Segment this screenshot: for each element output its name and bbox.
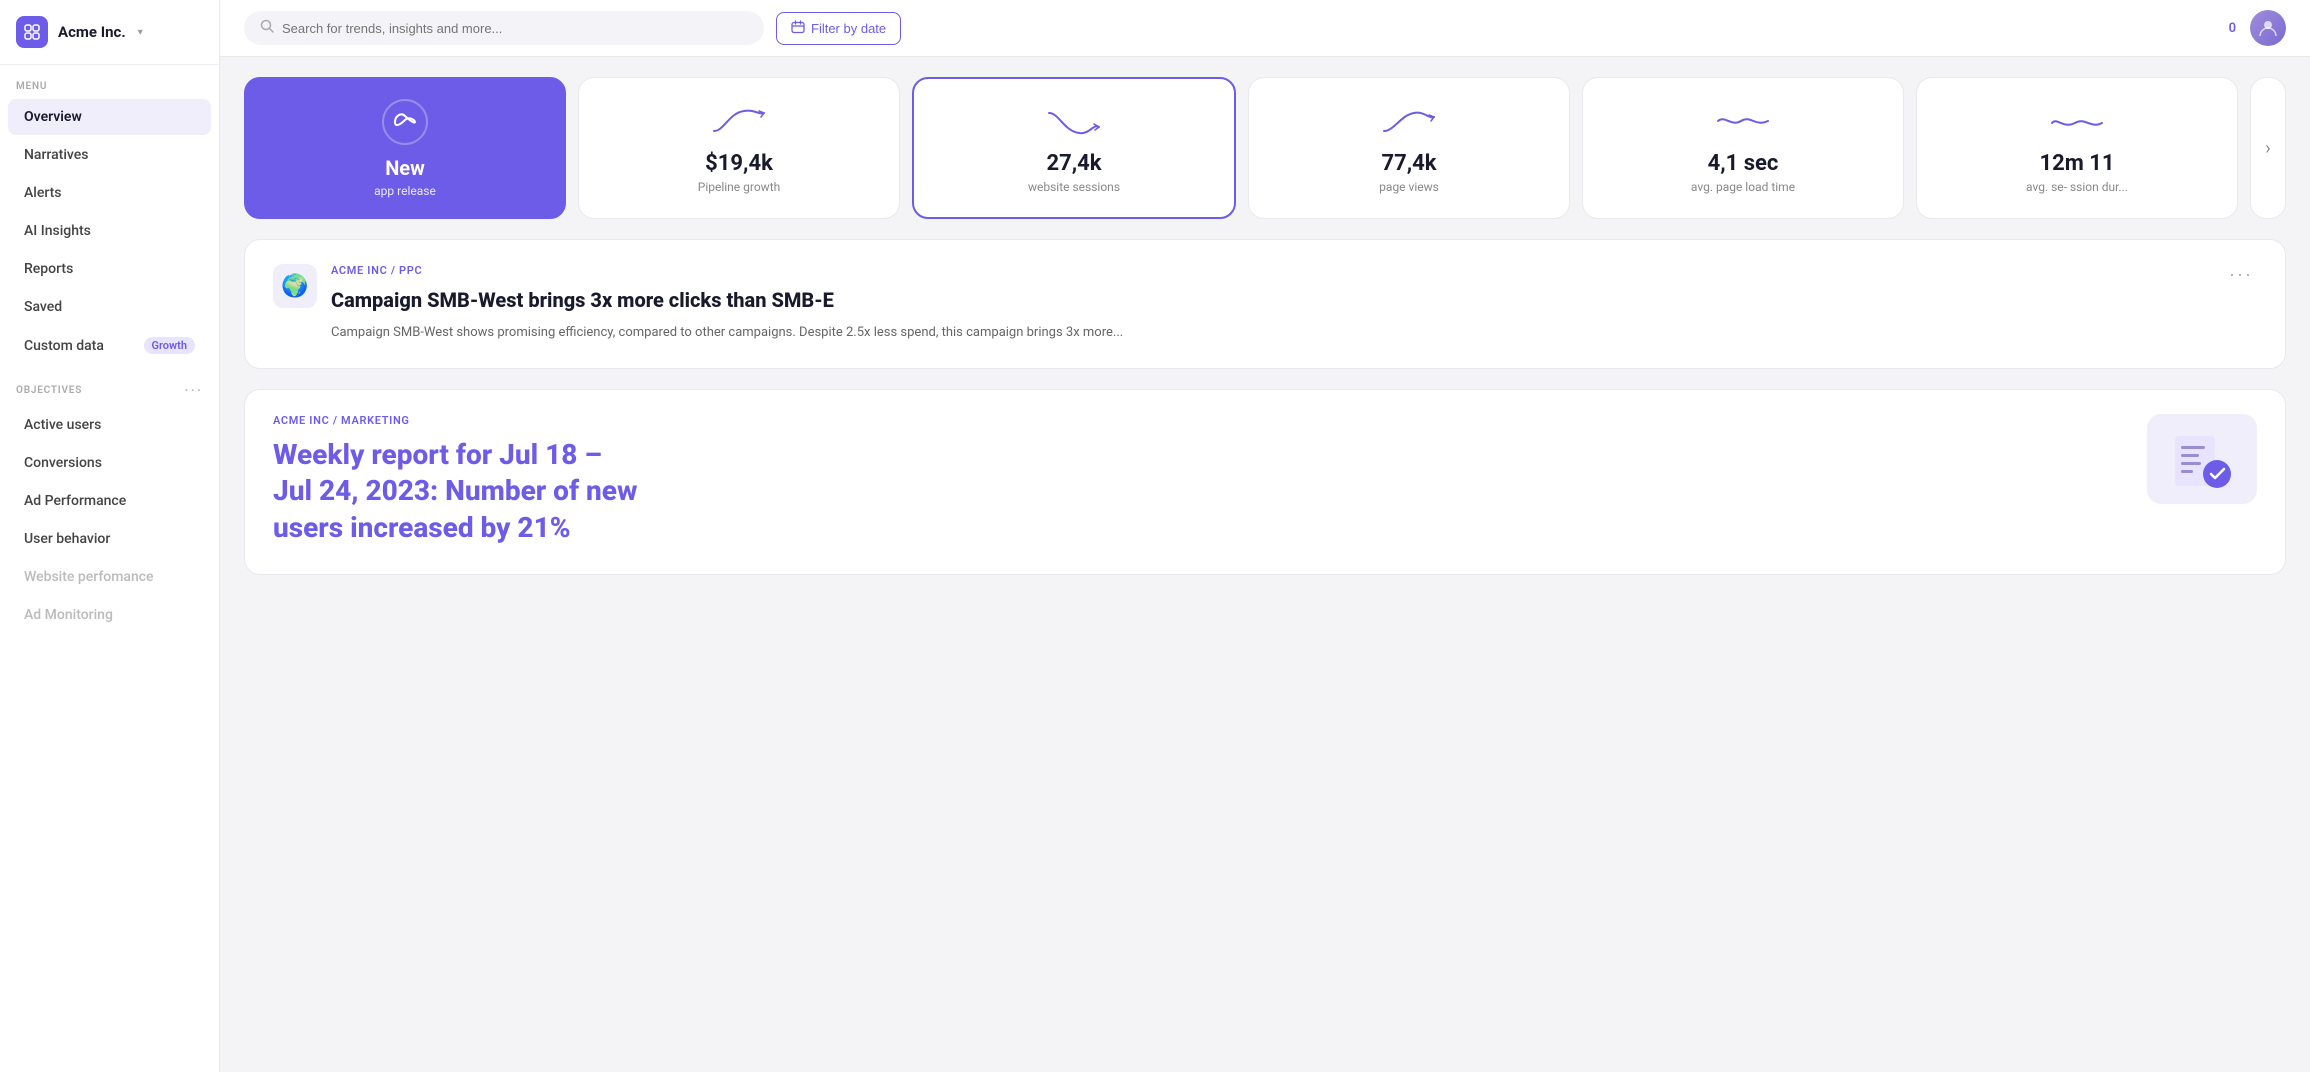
sidebar-item-label: Active users — [24, 417, 101, 433]
metric-value-session-dur: 12m 11 — [2039, 151, 2114, 176]
curve-up2-icon — [1379, 103, 1439, 143]
objectives-section-label: OBJECTIVES — [16, 385, 82, 396]
sidebar-item-user-behavior[interactable]: User behavior — [8, 521, 211, 557]
sidebar-item-active-users[interactable]: Active users — [8, 407, 211, 443]
marketing-card-row: ACME INC / MARKETING Weekly report for J… — [273, 414, 2257, 550]
filter-button-label: Filter by date — [811, 21, 886, 36]
objectives-menu-button[interactable]: ··· — [184, 381, 203, 400]
metrics-next-button[interactable]: › — [2250, 77, 2286, 219]
page-content: New app release $19,4k Pipeline growth — [220, 57, 2310, 1072]
sidebar-item-label: User behavior — [24, 531, 110, 547]
avatar[interactable] — [2250, 10, 2286, 46]
metric-label-pageviews: page views — [1379, 180, 1439, 194]
metric-value-sessions: 27,4k — [1046, 151, 1101, 176]
metric-card-avg-page-load[interactable]: 4,1 sec avg. page load time — [1582, 77, 1904, 219]
sidebar-item-ai-insights[interactable]: AI Insights — [8, 213, 211, 249]
metric-label-pipeline: Pipeline growth — [698, 180, 780, 194]
sidebar-item-ad-performance[interactable]: Ad Performance — [8, 483, 211, 519]
marketing-card-content: ACME INC / MARKETING Weekly report for J… — [273, 414, 2123, 550]
sidebar-item-label: Custom data — [24, 338, 104, 354]
marketing-title-line1: Weekly report for Jul 18 – — [273, 438, 602, 471]
metric-card-avg-session[interactable]: 12m 11 avg. se- ssion dur... — [1916, 77, 2238, 219]
metric-value-featured: New — [385, 156, 425, 180]
avatar-image — [2250, 10, 2286, 46]
sidebar-item-alerts[interactable]: Alerts — [8, 175, 211, 211]
notification-count[interactable]: 0 — [2229, 21, 2236, 36]
ppc-card-body: Campaign SMB-West shows promising effici… — [331, 323, 2211, 344]
wave-icon — [1713, 103, 1773, 143]
sidebar-item-custom-data[interactable]: Custom data Growth — [8, 327, 211, 364]
metric-label-featured: app release — [374, 184, 436, 198]
sidebar-header: Acme Inc. ▾ — [0, 0, 219, 65]
topbar: Filter by date 0 — [220, 0, 2310, 57]
sidebar-item-label: AI Insights — [24, 223, 91, 239]
marketing-illustration — [2147, 414, 2257, 504]
curve-up-icon — [709, 103, 769, 143]
search-icon — [260, 19, 274, 37]
marketing-card-title: Weekly report for Jul 18 – Jul 24, 2023:… — [273, 437, 2123, 546]
wave2-icon — [2047, 103, 2107, 143]
ppc-card-content: ACME INC / PPC Campaign SMB-West brings … — [331, 264, 2211, 344]
sidebar-item-conversions[interactable]: Conversions — [8, 445, 211, 481]
ppc-card-title: Campaign SMB-West brings 3x more clicks … — [331, 287, 2211, 313]
menu-section-label: MENU — [0, 65, 219, 98]
curve-down-icon — [1044, 103, 1104, 143]
search-input[interactable] — [282, 21, 748, 36]
metric-card-website-sessions[interactable]: 27,4k website sessions — [912, 77, 1236, 219]
ppc-breadcrumb: ACME INC / PPC — [331, 264, 2211, 277]
objectives-header: OBJECTIVES ··· — [0, 365, 219, 406]
marketing-title-line2: Jul 24, 2023: Number of new — [273, 474, 637, 507]
logo-icon — [16, 16, 48, 48]
sidebar-item-website-performance[interactable]: Website perfomance — [8, 559, 211, 595]
ppc-card-menu-button[interactable]: ··· — [2225, 264, 2257, 285]
sidebar-item-overview[interactable]: Overview — [8, 99, 211, 135]
topbar-right: 0 — [2229, 10, 2286, 46]
metric-label-session-dur: avg. se- ssion dur... — [2026, 180, 2128, 194]
metric-value-pageload: 4,1 sec — [1708, 151, 1779, 176]
metric-card-new-app-release[interactable]: New app release — [244, 77, 566, 219]
ppc-insight-card: 🌍 ACME INC / PPC Campaign SMB-West bring… — [244, 239, 2286, 369]
sidebar-item-reports[interactable]: Reports — [8, 251, 211, 287]
sidebar-item-label: Ad Performance — [24, 493, 126, 509]
sidebar-item-label: Ad Monitoring — [24, 607, 113, 623]
calendar-icon — [791, 20, 805, 37]
marketing-title-line3: users increased by 21% — [273, 511, 570, 544]
sidebar-item-ad-monitoring[interactable]: Ad Monitoring — [8, 597, 211, 633]
sidebar-item-label: Overview — [24, 109, 82, 125]
filter-by-date-button[interactable]: Filter by date — [776, 12, 901, 45]
globe-icon: 🌍 — [273, 264, 317, 308]
sidebar-item-label: Conversions — [24, 455, 102, 471]
sidebar-item-narratives[interactable]: Narratives — [8, 137, 211, 173]
metric-value-pipeline: $19,4k — [705, 151, 773, 176]
metric-card-pipeline-growth[interactable]: $19,4k Pipeline growth — [578, 77, 900, 219]
metric-value-pageviews: 77,4k — [1381, 151, 1436, 176]
custom-data-badge: Growth — [144, 337, 196, 354]
sidebar-item-label: Reports — [24, 261, 73, 277]
metrics-row: New app release $19,4k Pipeline growth — [244, 77, 2286, 219]
metric-card-page-views[interactable]: 77,4k page views — [1248, 77, 1570, 219]
search-bar[interactable] — [244, 11, 764, 45]
sidebar-item-label: Alerts — [24, 185, 62, 201]
sidebar-item-saved[interactable]: Saved — [8, 289, 211, 325]
sidebar-item-label: Website perfomance — [24, 569, 154, 585]
marketing-insight-card: ACME INC / MARKETING Weekly report for J… — [244, 389, 2286, 575]
sidebar-item-label: Narratives — [24, 147, 88, 163]
sidebar: Acme Inc. ▾ MENU Overview Narratives Ale… — [0, 0, 220, 1072]
company-name: Acme Inc. — [58, 23, 126, 41]
metric-label-sessions: website sessions — [1028, 180, 1120, 194]
main-content: Filter by date 0 — [220, 0, 2310, 1072]
marketing-breadcrumb: ACME INC / MARKETING — [273, 414, 2123, 427]
sidebar-item-label: Saved — [24, 299, 62, 315]
ppc-card-header: 🌍 ACME INC / PPC Campaign SMB-West bring… — [273, 264, 2257, 344]
infinity-icon — [381, 98, 429, 146]
metric-label-pageload: avg. page load time — [1691, 180, 1795, 194]
chevron-down-icon[interactable]: ▾ — [138, 27, 143, 38]
